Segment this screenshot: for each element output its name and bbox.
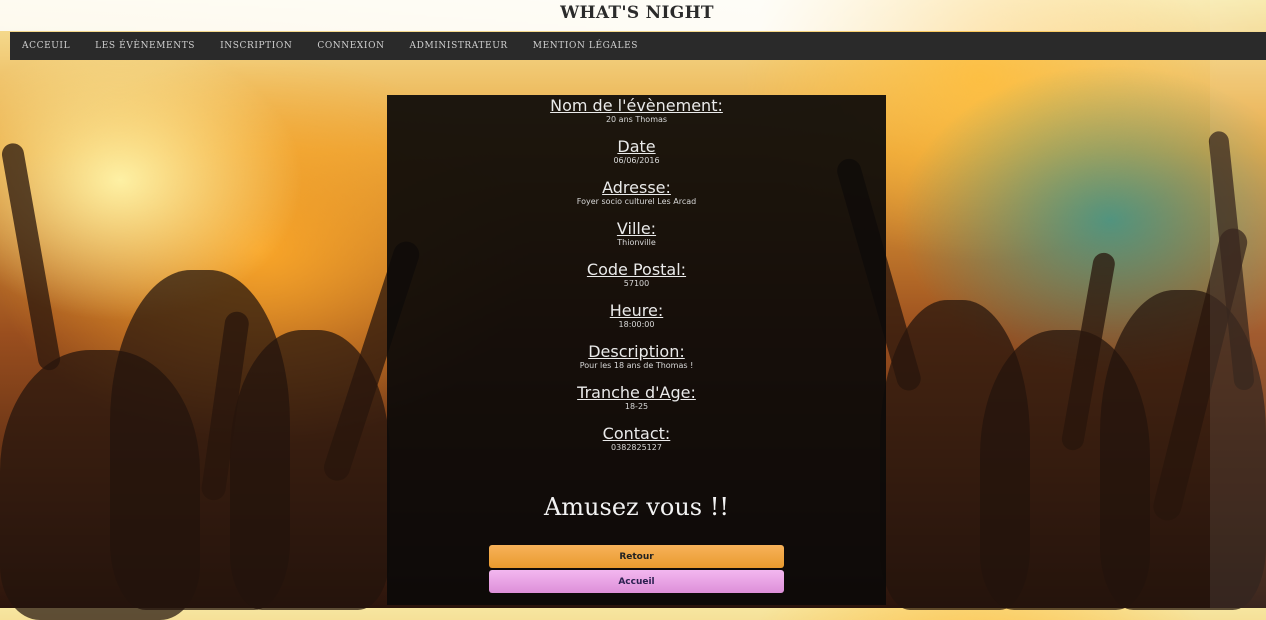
event-date-label: Date bbox=[617, 137, 656, 156]
event-city-label: Ville: bbox=[616, 219, 657, 238]
event-address-label: Adresse: bbox=[602, 178, 671, 197]
event-postal-value: 57100 bbox=[623, 279, 650, 288]
main-navigation: ACCEUIL LES ÉVÈNEMENTS INSCRIPTION CONNE… bbox=[10, 32, 1266, 60]
accueil-button[interactable]: Accueil bbox=[489, 570, 784, 593]
event-date-field: Date 06/06/2016 bbox=[387, 138, 886, 166]
nav-item-acceuil[interactable]: ACCEUIL bbox=[22, 41, 70, 51]
nav-item-connexion[interactable]: CONNEXION bbox=[317, 41, 384, 51]
event-contact-value: 0382825127 bbox=[611, 443, 662, 452]
event-city-value: Thionville bbox=[617, 238, 656, 247]
event-name-label: Nom de l'évènement: bbox=[550, 96, 723, 115]
nav-item-inscription[interactable]: INSCRIPTION bbox=[220, 41, 292, 51]
site-title: WHAT'S NIGHT bbox=[560, 3, 714, 23]
event-description-value: Pour les 18 ans de Thomas ! bbox=[579, 361, 694, 370]
event-age-value: 18-25 bbox=[624, 402, 649, 411]
event-time-label: Heure: bbox=[609, 301, 664, 320]
event-time-field: Heure: 18:00:00 bbox=[387, 302, 886, 330]
event-name-field: Nom de l'évènement: 20 ans Thomas bbox=[387, 97, 886, 125]
event-city-field: Ville: Thionville bbox=[387, 220, 886, 248]
nav-item-administrateur[interactable]: ADMINISTRATEUR bbox=[410, 41, 508, 51]
event-postal-field: Code Postal: 57100 bbox=[387, 261, 886, 289]
event-description-label: Description: bbox=[588, 342, 685, 361]
tagline: Amusez vous !! bbox=[543, 493, 730, 521]
nav-item-evenements[interactable]: LES ÉVÈNEMENTS bbox=[95, 41, 195, 51]
event-age-label: Tranche d'Age: bbox=[577, 383, 696, 402]
nav-item-mention-legales[interactable]: MENTION LÉGALES bbox=[533, 41, 638, 51]
event-postal-label: Code Postal: bbox=[586, 260, 687, 279]
event-address-field: Adresse: Foyer socio culturel Les Arcad bbox=[387, 179, 886, 207]
event-name-value: 20 ans Thomas bbox=[605, 115, 668, 124]
event-age-field: Tranche d'Age: 18-25 bbox=[387, 384, 886, 412]
event-time-value: 18:00:00 bbox=[618, 320, 655, 329]
event-description-field: Description: Pour les 18 ans de Thomas ! bbox=[387, 343, 886, 371]
event-contact-field: Contact: 0382825127 bbox=[387, 425, 886, 453]
event-contact-label: Contact: bbox=[602, 424, 671, 443]
retour-button[interactable]: Retour bbox=[489, 545, 784, 568]
event-address-value: Foyer socio culturel Les Arcad bbox=[576, 197, 697, 206]
event-date-value: 06/06/2016 bbox=[613, 156, 660, 165]
event-detail-panel: Nom de l'évènement: 20 ans Thomas Date 0… bbox=[387, 95, 886, 605]
